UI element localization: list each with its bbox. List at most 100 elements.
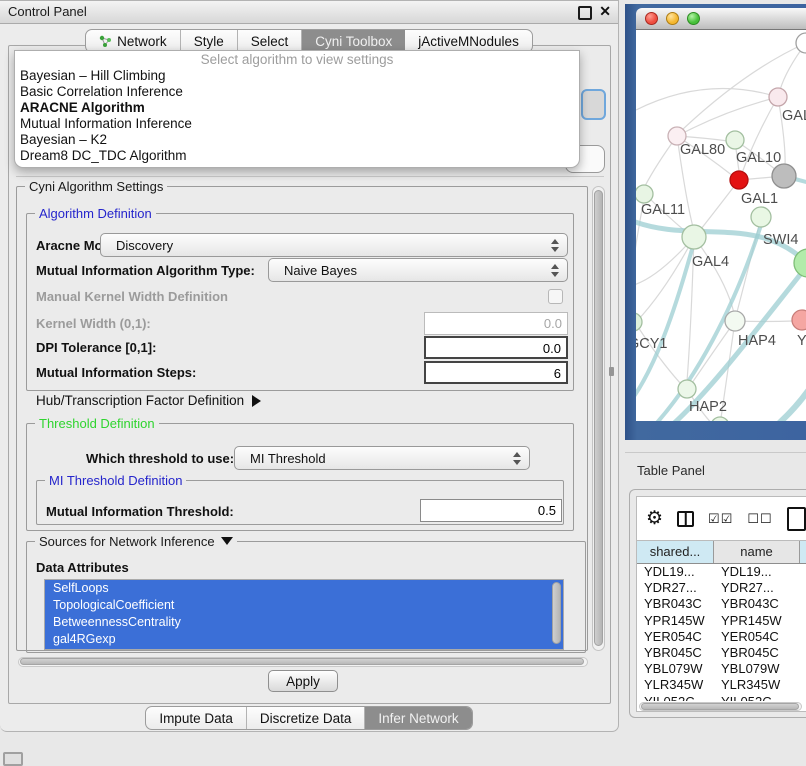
algorithm-option[interactable]: Bayesian – K2: [15, 132, 579, 148]
minimize-traffic-light-icon[interactable]: [666, 12, 679, 25]
attribute-item[interactable]: gal4RGexp: [45, 631, 563, 648]
network-window-titlebar[interactable]: [636, 8, 806, 30]
mi-steps-field[interactable]: 6: [424, 361, 568, 384]
network-node[interactable]: [792, 310, 806, 330]
aracne-mode-combo[interactable]: Discovery: [100, 233, 568, 257]
table-row[interactable]: YPR145WYPR145W9.: [637, 613, 806, 629]
table-row[interactable]: YDL19...YDL19...13: [637, 564, 806, 580]
algorithm-option[interactable]: Basic Correlation Inference: [15, 84, 579, 100]
network-node[interactable]: [772, 164, 796, 188]
network-node[interactable]: [682, 225, 706, 249]
settings-vertical-scrollbar[interactable]: [592, 186, 605, 651]
algorithm-option[interactable]: Dream8 DC_TDC Algorithm: [15, 148, 579, 164]
network-node[interactable]: [751, 207, 771, 227]
table-cell[interactable]: YBR045C: [637, 645, 714, 661]
network-edge[interactable]: [636, 89, 778, 110]
sources-group-title[interactable]: Sources for Network Inference: [35, 534, 237, 549]
table-cell[interactable]: 8.: [800, 629, 806, 645]
tab-network[interactable]: Network: [86, 30, 181, 52]
network-node[interactable]: [636, 185, 653, 203]
attribute-item[interactable]: BetweennessCentrality: [45, 614, 563, 631]
tab-jactivemnodules[interactable]: jActiveMNodules: [405, 30, 532, 52]
table-cell[interactable]: YDR27...: [714, 580, 800, 596]
which-threshold-combo[interactable]: MI Threshold: [234, 446, 530, 470]
network-node[interactable]: [725, 311, 745, 331]
float-window-icon[interactable]: [578, 6, 592, 20]
network-node[interactable]: [769, 88, 787, 106]
tab-cyni-toolbox[interactable]: Cyni Toolbox: [302, 30, 405, 52]
deselect-checkboxes-icon[interactable]: ☐☐: [747, 511, 772, 527]
table-cell[interactable]: 9: [800, 694, 806, 702]
settings-hscrollbar-thumb[interactable]: [20, 658, 584, 665]
network-node[interactable]: [726, 131, 744, 149]
close-traffic-light-icon[interactable]: [645, 12, 658, 25]
table-cell[interactable]: YIL052C: [637, 694, 714, 702]
hub-definition-toggle[interactable]: Hub/Transcription Factor Definition: [36, 393, 261, 408]
table-cell[interactable]: YBR043C: [714, 596, 800, 612]
table-hscrollbar-thumb[interactable]: [641, 703, 799, 710]
table-cell[interactable]: [800, 596, 806, 612]
gear-icon[interactable]: ⚙: [646, 507, 663, 530]
attributes-scrollbar-thumb[interactable]: [552, 582, 561, 644]
table-row[interactable]: YBL079WYBL079W: [637, 661, 806, 677]
mi-threshold-field[interactable]: 0.5: [420, 499, 562, 522]
table-cell[interactable]: YBR045C: [714, 645, 800, 661]
table-cell[interactable]: YPR145W: [714, 613, 800, 629]
table-row[interactable]: YIL052CYIL052C9: [637, 694, 806, 702]
algorithm-option[interactable]: ARACNE Algorithm: [15, 100, 579, 116]
document-icon[interactable]: [787, 507, 806, 531]
network-edge[interactable]: [637, 237, 694, 321]
table-cell[interactable]: YBL079W: [714, 661, 800, 677]
tab-impute-data[interactable]: Impute Data: [146, 707, 247, 729]
settings-horizontal-scrollbar[interactable]: [18, 657, 588, 667]
attributes-scrollbar[interactable]: [551, 581, 562, 648]
network-edge[interactable]: [692, 321, 735, 383]
table-row[interactable]: YBR045CYBR045C9.: [637, 645, 806, 661]
column-header-clipped[interactable]: A: [800, 541, 806, 563]
attribute-item[interactable]: SelfLoops: [45, 580, 563, 597]
table-cell[interactable]: YPR145W: [637, 613, 714, 629]
table-cell[interactable]: YDL19...: [714, 564, 800, 580]
tab-discretize-data[interactable]: Discretize Data: [247, 707, 366, 729]
select-all-checkboxes-icon[interactable]: ☑☑: [708, 511, 733, 527]
close-icon[interactable]: ✕: [599, 3, 611, 20]
split-columns-icon[interactable]: [677, 511, 694, 527]
algorithm-option[interactable]: Bayesian – Hill Climbing: [15, 68, 579, 84]
table-cell[interactable]: YDL19...: [637, 564, 714, 580]
table-cell[interactable]: YLR345W: [714, 677, 800, 693]
network-canvas[interactable]: GALGAL80GAL10GAL1GAL11SWI4GAL4GCY1HAP4YH…: [636, 30, 806, 421]
tab-infer-network[interactable]: Infer Network: [365, 707, 471, 729]
tab-style[interactable]: Style: [181, 30, 238, 52]
data-attributes-list[interactable]: SelfLoopsTopologicalCoefficientBetweenne…: [44, 579, 564, 650]
table-horizontal-scrollbar[interactable]: [639, 702, 802, 711]
algorithm-option[interactable]: Mutual Information Inference: [15, 116, 579, 132]
table-cell[interactable]: YER054C: [714, 629, 800, 645]
network-node[interactable]: [711, 417, 729, 421]
table-cell[interactable]: YBL079W: [637, 661, 714, 677]
mi-algorithm-type-combo[interactable]: Naive Bayes: [268, 258, 568, 282]
network-node[interactable]: [678, 380, 696, 398]
minimized-panel-icon[interactable]: [3, 752, 23, 766]
table-cell[interactable]: 9.: [800, 613, 806, 629]
panel-divider-handle[interactable]: [609, 367, 614, 376]
table-row[interactable]: YER054CYER054C8.: [637, 629, 806, 645]
table-cell[interactable]: [800, 661, 806, 677]
tab-select[interactable]: Select: [238, 30, 303, 52]
apply-button[interactable]: Apply: [268, 670, 338, 692]
zoom-traffic-light-icon[interactable]: [687, 12, 700, 25]
table-cell[interactable]: 9.: [800, 645, 806, 661]
table-cell[interactable]: YBR043C: [637, 596, 714, 612]
table-cell[interactable]: 9.: [800, 677, 806, 693]
table-cell[interactable]: YIL052C: [714, 694, 800, 702]
table-cell[interactable]: 13: [800, 564, 806, 580]
table-row[interactable]: YLR345WYLR345W9.: [637, 677, 806, 693]
dpi-tolerance-field[interactable]: 0.0: [424, 336, 568, 359]
table-cell[interactable]: YER054C: [637, 629, 714, 645]
network-edge[interactable]: [694, 237, 734, 313]
table-row[interactable]: YDR27...YDR27...12: [637, 580, 806, 596]
attribute-item[interactable]: TopologicalCoefficient: [45, 597, 563, 614]
column-header-shared-name[interactable]: shared...: [637, 541, 714, 563]
column-header-name[interactable]: name: [714, 541, 800, 563]
network-edge-bundle[interactable]: [776, 388, 806, 421]
table-cell[interactable]: YLR345W: [637, 677, 714, 693]
